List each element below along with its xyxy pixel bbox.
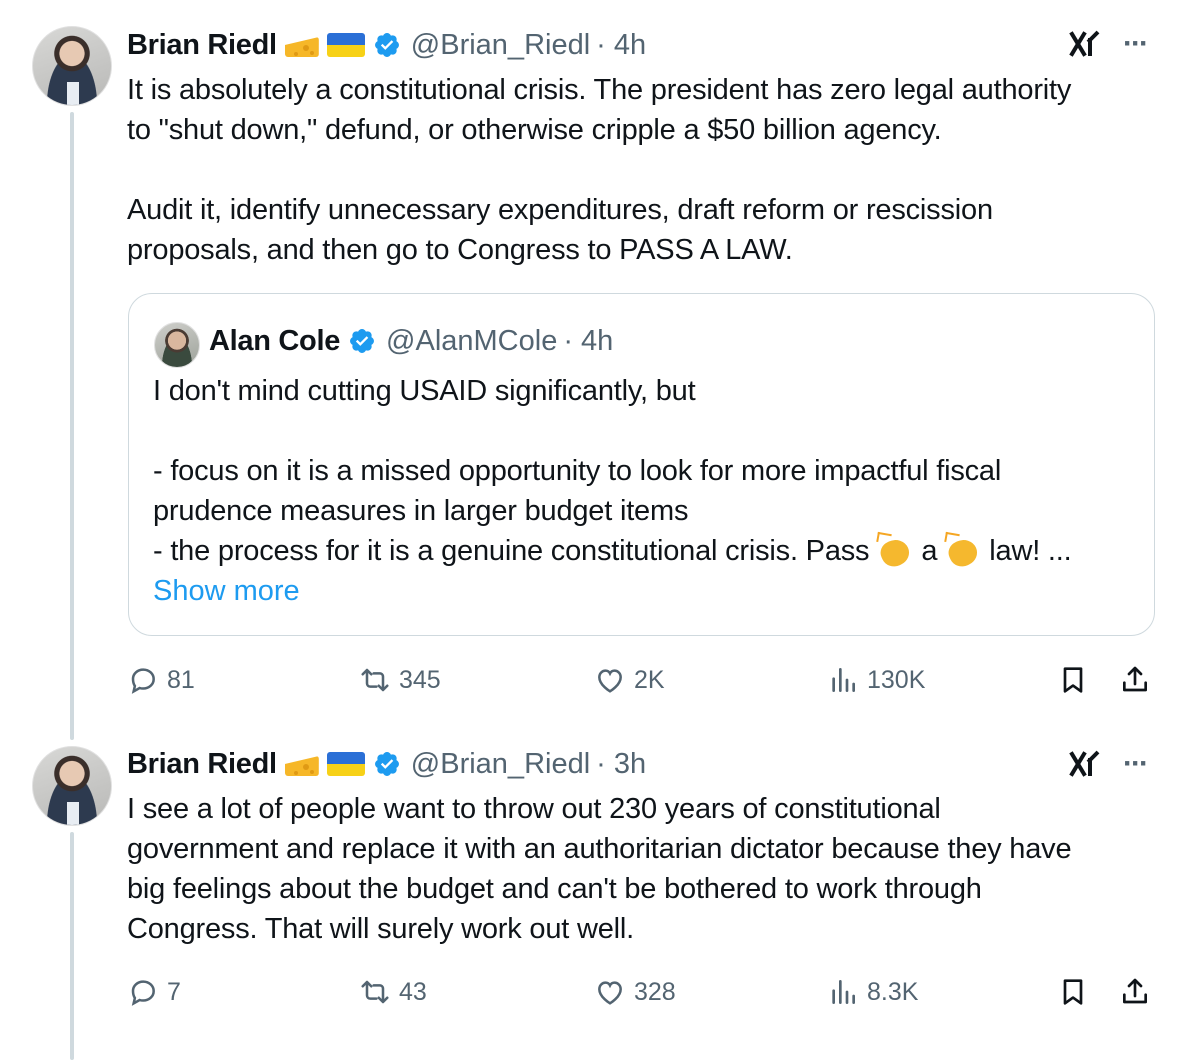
tweet-text: It is absolutely a constitutional crisis… (127, 74, 1072, 266)
verified-badge-icon[interactable] (373, 31, 401, 59)
views-button[interactable]: 130K (827, 660, 925, 700)
like-button[interactable]: 2K (594, 660, 665, 700)
verified-badge-icon[interactable] (373, 750, 401, 778)
reply-count: 81 (167, 665, 195, 694)
repost-icon (361, 980, 389, 1004)
clapping-hands-emoji (943, 532, 983, 566)
tweet-text: I see a lot of people want to throw out … (127, 793, 1072, 945)
ukraine-flag-emoji (326, 752, 365, 776)
like-button[interactable]: 328 (594, 972, 676, 1012)
repost-count: 345 (399, 665, 441, 694)
grok-icon[interactable] (1068, 748, 1102, 782)
quote-text: I don't mind cutting USAID significantly… (153, 371, 1143, 571)
more-icon[interactable]: ··· (1118, 29, 1152, 62)
verified-badge-icon (350, 329, 375, 353)
repost-button[interactable]: 43 (359, 972, 427, 1012)
bookmark-icon (1063, 667, 1083, 693)
like-icon (598, 981, 622, 1005)
reply-icon (131, 980, 155, 1006)
reply-button[interactable]: 7 (127, 972, 181, 1012)
views-button[interactable]: 8.3K (827, 972, 918, 1012)
more-icon[interactable]: ··· (1118, 749, 1152, 782)
share-button[interactable] (1119, 660, 1151, 700)
like-count: 328 (634, 977, 676, 1006)
ukraine-flag-emoji (326, 33, 365, 57)
bookmark-button[interactable] (1057, 660, 1089, 700)
author-handle[interactable]: @Brian_Riedl (411, 29, 590, 62)
views-count: 8.3K (867, 977, 919, 1006)
quoted-tweet[interactable]: Alan Cole @AlanMCole · 4h I don't mind c… (128, 293, 1155, 636)
tweet-time[interactable]: · 3h (596, 748, 646, 781)
tweet-header: Brian Riedl @Brian_Riedl · 3h (127, 744, 646, 784)
quote-text-a: a (921, 535, 938, 567)
share-button[interactable] (1119, 972, 1151, 1012)
avatar[interactable] (32, 26, 112, 106)
grok-icon[interactable] (1068, 28, 1102, 62)
avatar (154, 322, 200, 368)
quote-text-main: I don't mind cutting USAID significantly… (153, 375, 1002, 567)
avatar[interactable] (32, 746, 112, 826)
repost-icon (361, 668, 389, 692)
reply-button[interactable]: 81 (127, 660, 195, 700)
tweet[interactable]: Brian Riedl @Brian_Riedl · 4h ··· It is … (0, 0, 1200, 720)
bookmark-button[interactable] (1057, 972, 1089, 1012)
author-handle[interactable]: @Brian_Riedl (411, 748, 590, 781)
reply-icon (131, 668, 155, 694)
repost-button[interactable]: 345 (359, 660, 441, 700)
show-more-link[interactable]: Show more (153, 571, 300, 611)
cheese-emoji (285, 752, 319, 776)
tweet-header: Brian Riedl @Brian_Riedl · 4h (127, 25, 646, 65)
quote-text-end: law! ... (989, 535, 1072, 567)
reply-count: 7 (167, 977, 181, 1006)
cheese-emoji (285, 33, 319, 57)
views-icon (832, 668, 855, 692)
clapping-hands-emoji (875, 532, 915, 566)
like-icon (598, 669, 622, 693)
like-count: 2K (634, 665, 665, 694)
quote-header: Alan Cole @AlanMCole · 4h (209, 321, 613, 361)
action-bar: 7 43 328 8.3K (127, 972, 1157, 1012)
bookmark-icon (1063, 979, 1083, 1005)
tweet-time[interactable]: · 4h (596, 29, 646, 62)
quote-author-handle: @AlanMCole (386, 324, 558, 357)
tweet[interactable]: Brian Riedl @Brian_Riedl · 3h ··· I see … (0, 720, 1200, 1060)
views-icon (832, 980, 855, 1004)
share-icon (1123, 666, 1147, 692)
share-icon (1123, 978, 1147, 1004)
action-bar: 81 345 2K 130K (127, 660, 1157, 700)
views-count: 130K (867, 665, 926, 694)
quote-time: · 4h (563, 324, 614, 357)
author-name[interactable]: Brian Riedl (127, 29, 277, 62)
repost-count: 43 (399, 977, 427, 1006)
author-name[interactable]: Brian Riedl (127, 748, 277, 781)
quote-author-name: Alan Cole (209, 324, 341, 357)
